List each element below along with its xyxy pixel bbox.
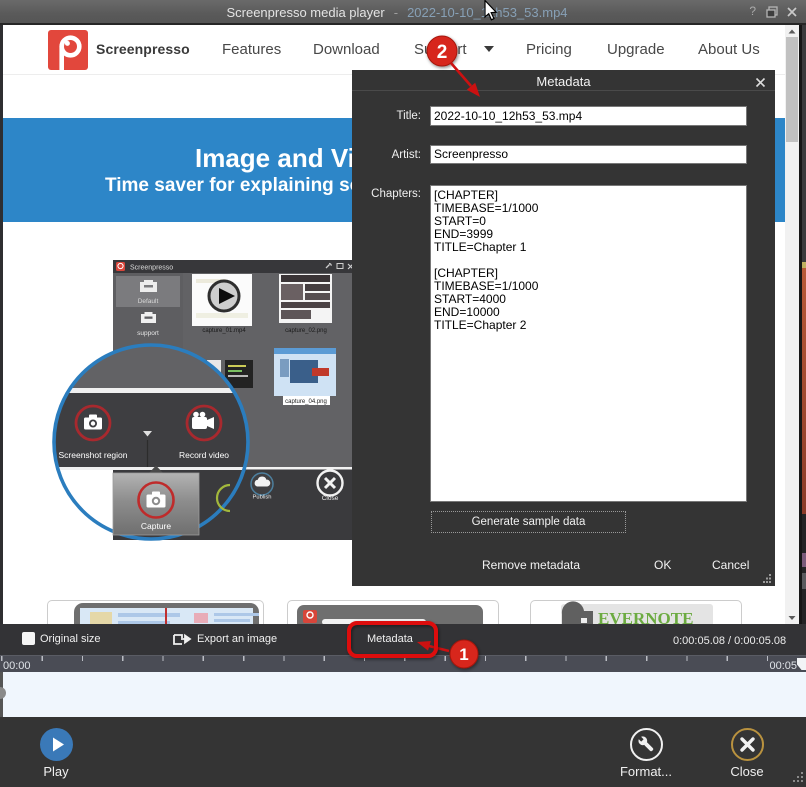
svg-text:Publish: Publish (252, 495, 271, 501)
svg-text:Screenpresso: Screenpresso (130, 265, 173, 272)
svg-text:capture_01.mp4: capture_01.mp4 (202, 328, 246, 334)
svg-text:support: support (137, 330, 159, 337)
svg-text:Default: Default (138, 298, 159, 305)
svg-text:capture_04.png: capture_04.png (285, 399, 327, 405)
svg-text:EVERNOTE: EVERNOTE (598, 609, 693, 624)
svg-text:Close: Close (322, 495, 339, 502)
svg-text:Screenshot region: Screenshot region (59, 450, 128, 460)
svg-text:Record video: Record video (179, 450, 229, 460)
svg-text:Capture: Capture (141, 521, 172, 531)
svg-text:capture_02.png: capture_02.png (285, 328, 327, 334)
